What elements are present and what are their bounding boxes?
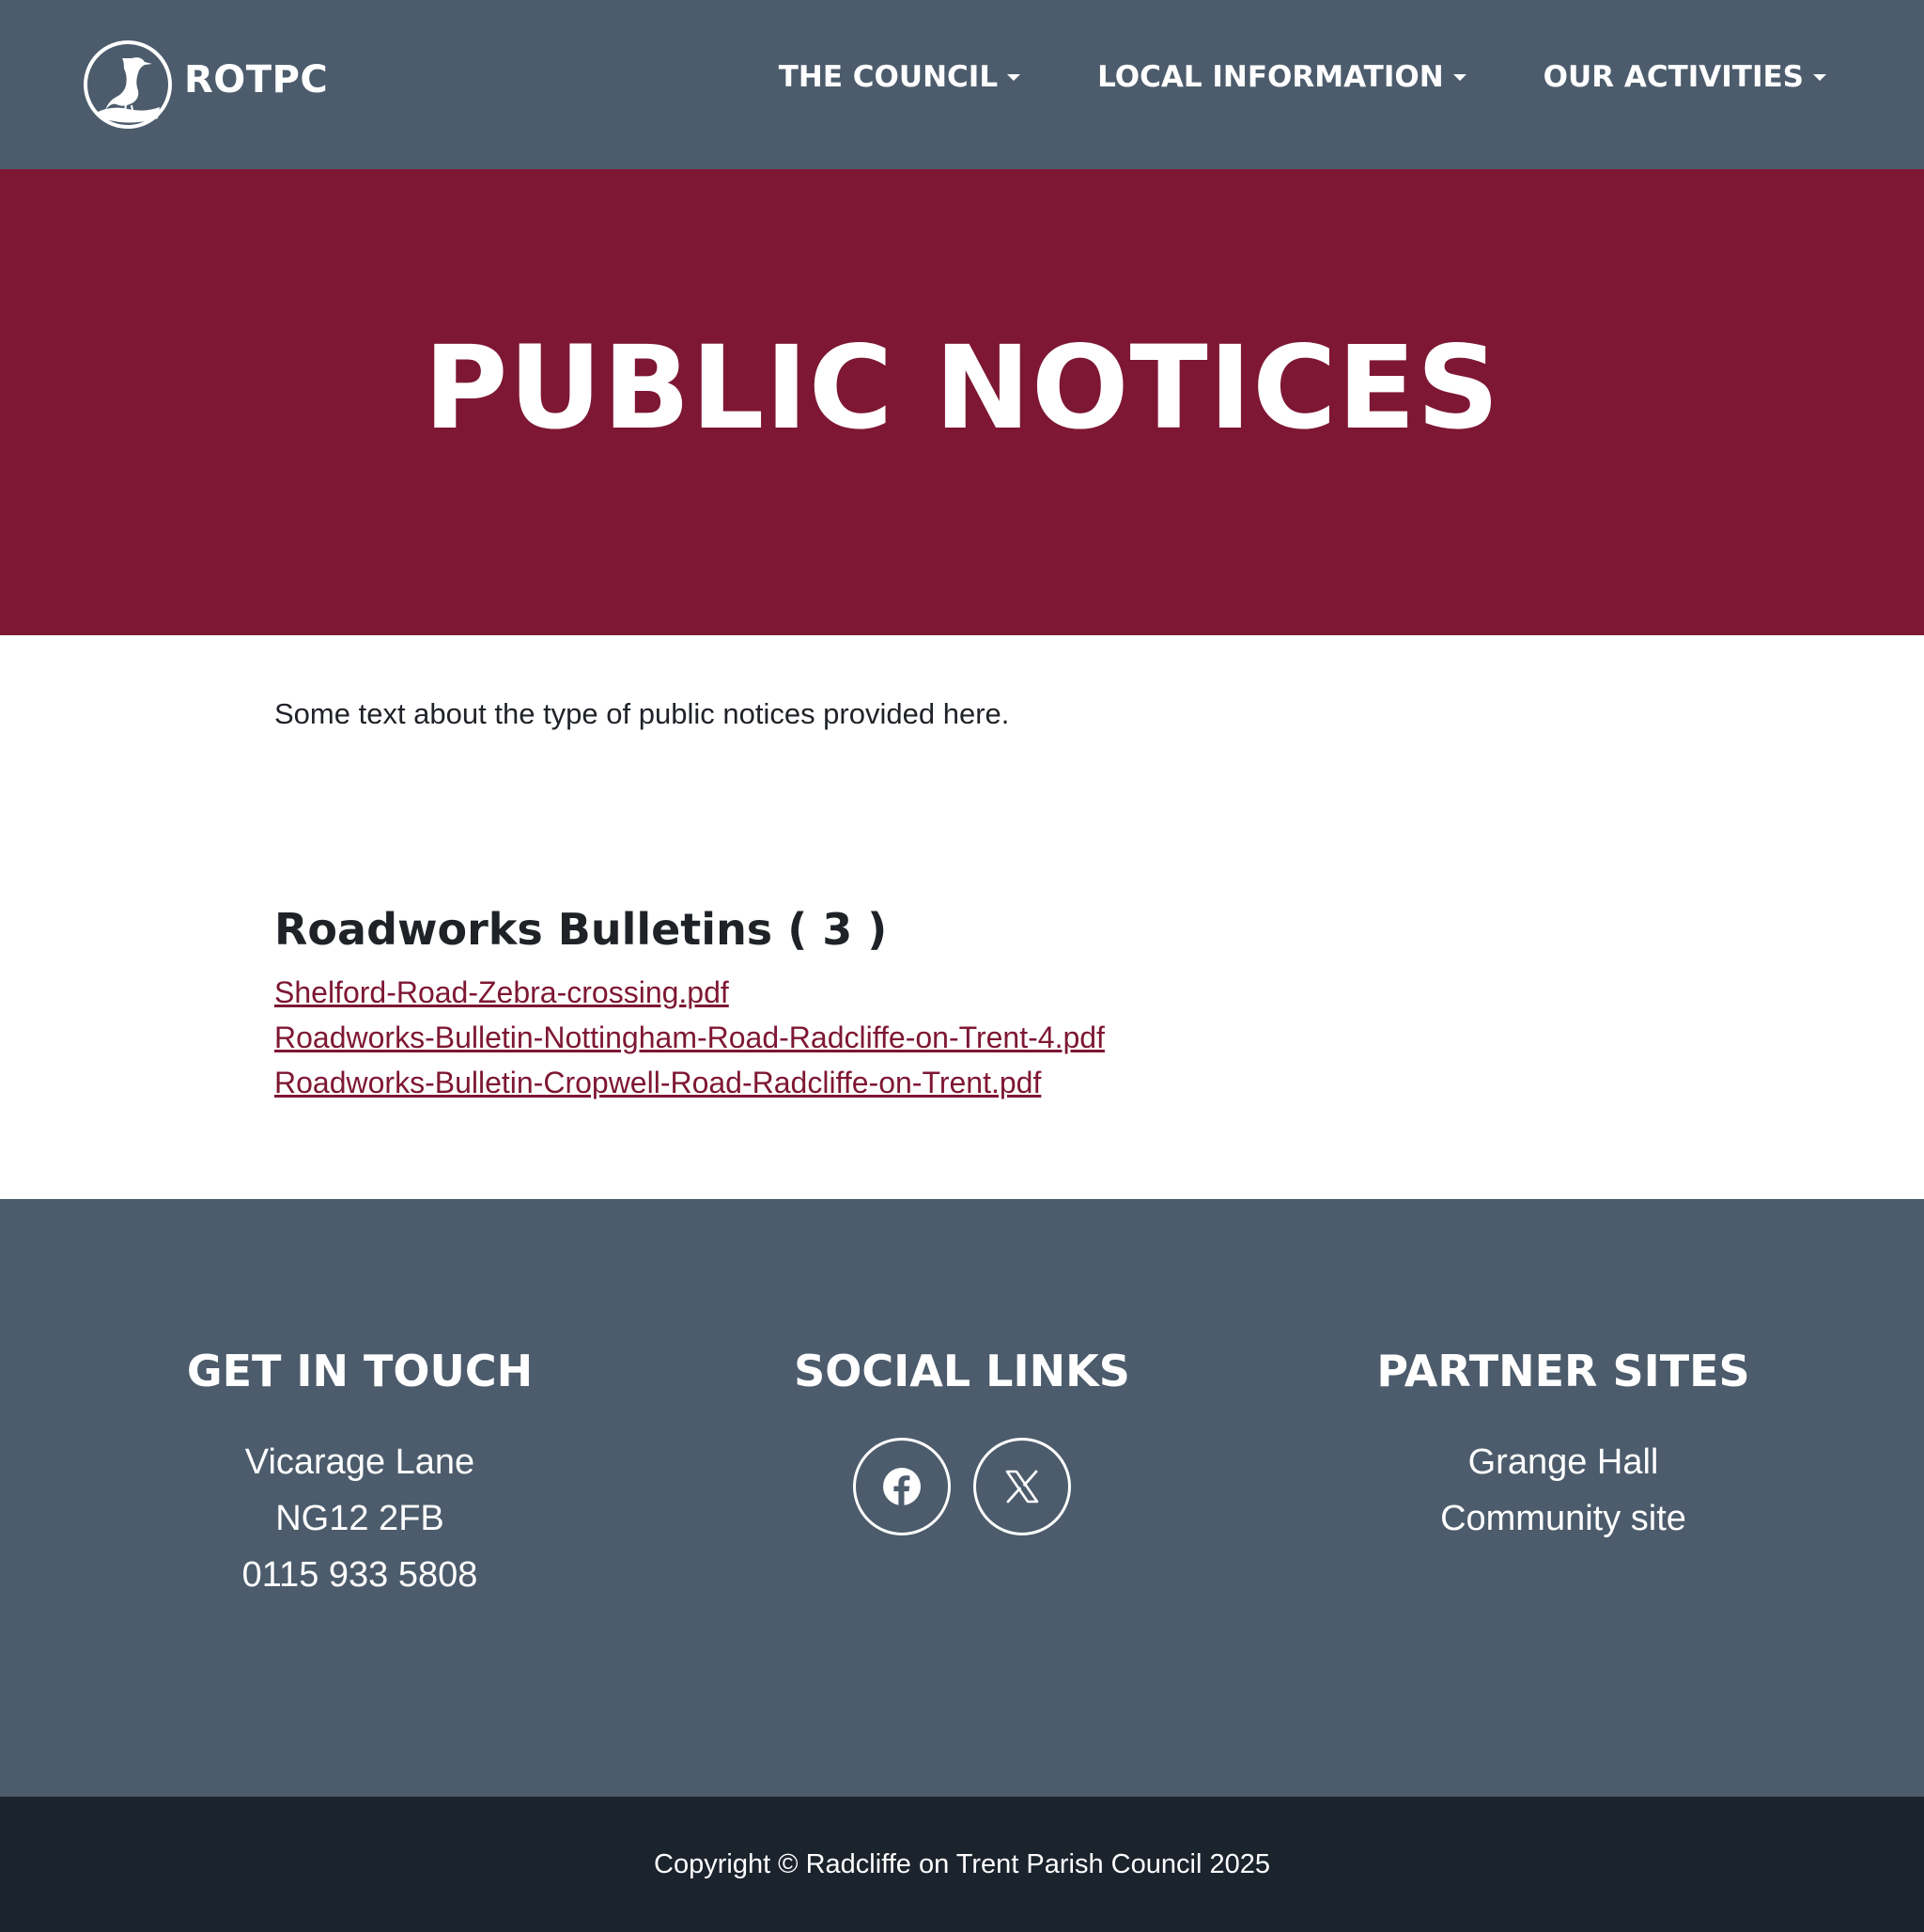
section-heading: Roadworks Bulletins ( 3 ) xyxy=(274,904,888,955)
contact-column: GET IN TOUCH Vicarage Lane NG12 2FB 0115… xyxy=(116,1349,604,1603)
caret-down-icon xyxy=(1813,73,1826,81)
nav-local-information[interactable]: LOCAL INFORMATION xyxy=(1097,60,1466,94)
document-link[interactable]: Roadworks-Bulletin-Nottingham-Road-Radcl… xyxy=(274,1021,1105,1054)
address-line: Vicarage Lane xyxy=(244,1442,475,1482)
page-title: PUBLIC NOTICES xyxy=(424,321,1500,455)
site-logo[interactable]: ROTPC xyxy=(83,39,328,130)
main-content: Some text about the type of public notic… xyxy=(0,635,1924,1199)
hero-banner: PUBLIC NOTICES xyxy=(0,169,1924,635)
partner-link-community-site[interactable]: Community site xyxy=(1440,1499,1686,1538)
document-list: Shelford-Road-Zebra-crossing.pdf Roadwor… xyxy=(274,975,1105,1111)
postcode: NG12 2FB xyxy=(275,1499,444,1538)
social-icons xyxy=(718,1438,1206,1535)
x-button[interactable] xyxy=(973,1438,1071,1535)
site-footer: GET IN TOUCH Vicarage Lane NG12 2FB 0115… xyxy=(0,1199,1924,1797)
phone-number: 0115 933 5808 xyxy=(241,1555,478,1595)
partners-column: PARTNER SITES Grange Hall Community site xyxy=(1319,1349,1808,1547)
list-item: Roadworks-Bulletin-Nottingham-Road-Radcl… xyxy=(274,1021,1105,1066)
site-header: ROTPC THE COUNCIL LOCAL INFORMATION OUR … xyxy=(0,0,1924,169)
footer-heading: SOCIAL LINKS xyxy=(794,1346,1130,1396)
caret-down-icon xyxy=(1452,73,1466,81)
footer-heading: PARTNER SITES xyxy=(1376,1346,1750,1396)
facebook-icon xyxy=(883,1468,921,1505)
x-icon xyxy=(1005,1470,1039,1504)
copyright-text: Copyright © Radcliffe on Trent Parish Co… xyxy=(654,1848,1270,1879)
heron-icon xyxy=(84,40,172,129)
partner-link-grange-hall[interactable]: Grange Hall xyxy=(1468,1442,1659,1482)
document-link[interactable]: Shelford-Road-Zebra-crossing.pdf xyxy=(274,975,729,1009)
footer-heading: GET IN TOUCH xyxy=(186,1346,534,1396)
main-nav: THE COUNCIL LOCAL INFORMATION OUR ACTIVI… xyxy=(779,60,1826,94)
intro-text: Some text about the type of public notic… xyxy=(274,697,1010,730)
document-link[interactable]: Roadworks-Bulletin-Cropwell-Road-Radclif… xyxy=(274,1066,1041,1099)
caret-down-icon xyxy=(1007,73,1021,81)
list-item: Roadworks-Bulletin-Cropwell-Road-Radclif… xyxy=(274,1066,1105,1111)
facebook-button[interactable] xyxy=(853,1438,951,1535)
contact-details: Vicarage Lane NG12 2FB 0115 933 5808 xyxy=(116,1434,604,1603)
copyright-bar: Copyright © Radcliffe on Trent Parish Co… xyxy=(0,1797,1924,1932)
logo-text: ROTPC xyxy=(184,58,329,101)
nav-label: OUR ACTIVITIES xyxy=(1543,60,1804,94)
nav-our-activities[interactable]: OUR ACTIVITIES xyxy=(1544,60,1826,94)
social-column: SOCIAL LINKS xyxy=(718,1349,1206,1535)
nav-the-council[interactable]: THE COUNCIL xyxy=(778,60,1021,94)
list-item: Shelford-Road-Zebra-crossing.pdf xyxy=(274,975,1105,1021)
nav-label: THE COUNCIL xyxy=(778,60,999,94)
nav-label: LOCAL INFORMATION xyxy=(1097,60,1444,94)
partner-links: Grange Hall Community site xyxy=(1319,1434,1808,1547)
